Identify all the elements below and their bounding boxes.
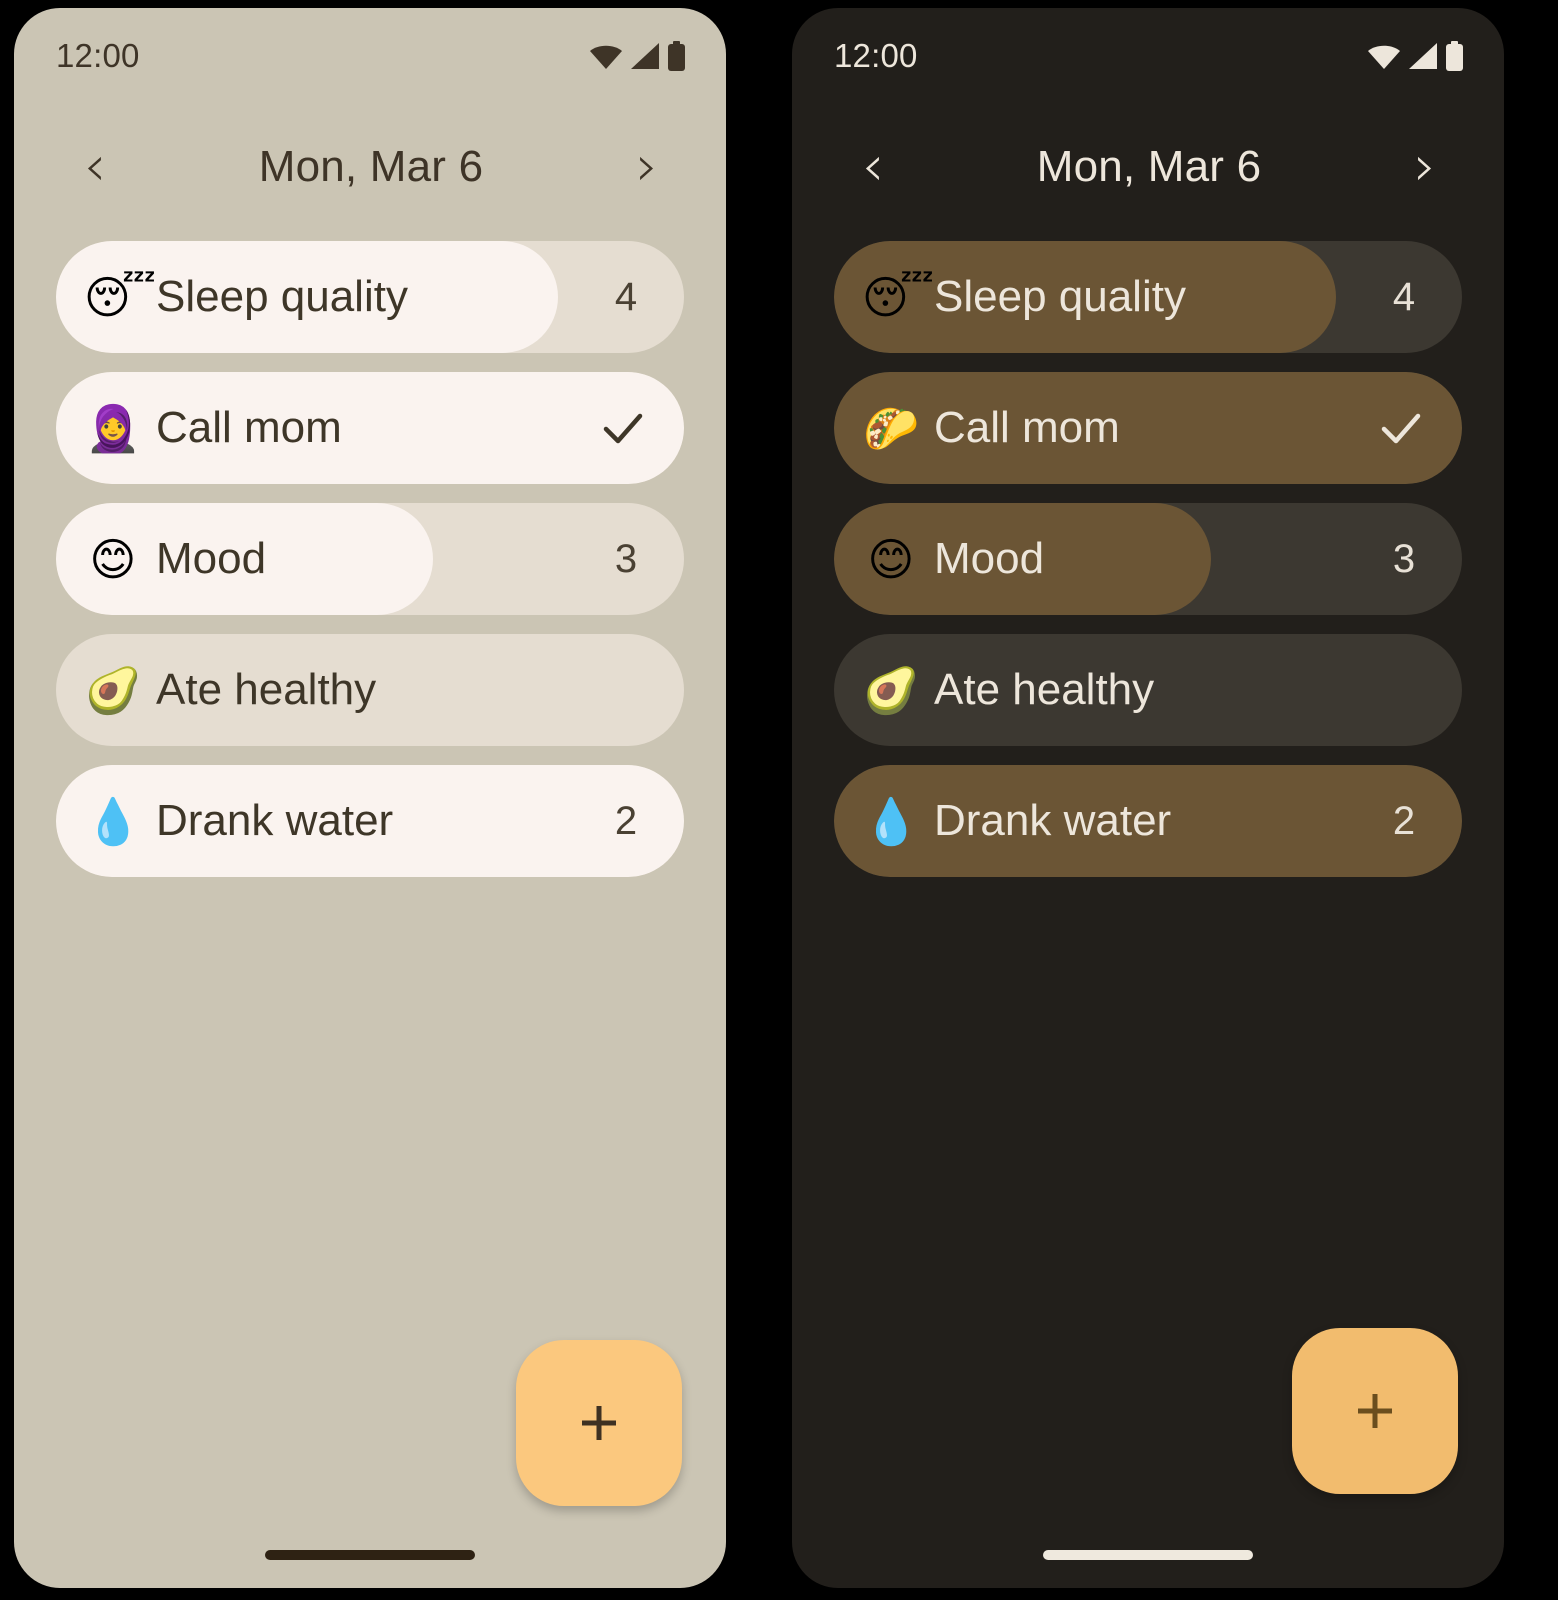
habit-row[interactable]: 🧕 Call mom (56, 372, 684, 484)
habit-value: 2 (614, 798, 638, 843)
next-day-button[interactable]: › (1398, 139, 1452, 195)
status-bar-clock: 12:00 (56, 37, 140, 74)
habit-row-content: 🧕 Call mom (56, 372, 684, 484)
habit-row[interactable]: 😴 Sleep quality 4 (834, 241, 1462, 353)
habit-name: Call mom (934, 403, 1120, 452)
habit-name: Ate healthy (156, 665, 377, 714)
habit-value: 4 (1392, 274, 1416, 319)
habit-row[interactable]: 💧 Drank water 2 (56, 765, 684, 877)
check-icon (1381, 413, 1421, 444)
habit-value: 4 (614, 274, 638, 319)
sleeping-face-emoji: 😴 (84, 270, 157, 324)
habit-row-content: 😊 Mood 3 (834, 503, 1462, 615)
habit-row[interactable]: 😊 Mood 3 (56, 503, 684, 615)
taco-emoji: 🌮 (862, 401, 920, 455)
date-navigation-bar: ‹ Mon, Mar 6 › (14, 104, 726, 230)
status-bar-icons (589, 41, 686, 71)
droplet-emoji: 💧 (862, 794, 920, 848)
phone-light-theme: 12:00 ‹ Mon, Mar 6 › 😴 Sleep quality 4 🧕 Cal… (14, 8, 726, 1588)
habit-row-content: 😴 Sleep quality 4 (56, 241, 684, 353)
habit-name: Mood (156, 534, 267, 583)
habit-row[interactable]: 😊 Mood 3 (834, 503, 1462, 615)
habit-value: 2 (1392, 798, 1416, 843)
sleeping-face-emoji: 😴 (862, 270, 935, 324)
habit-row[interactable]: 🌮 Call mom (834, 372, 1462, 484)
wifi-icon (590, 45, 622, 69)
wifi-icon (1368, 45, 1400, 69)
droplet-emoji: 💧 (84, 794, 142, 848)
next-day-button[interactable]: › (620, 139, 674, 195)
phone-dark-theme: 12:00 ‹ Mon, Mar 6 › 😴 Sleep quality 4 🌮 Cal… (792, 8, 1504, 1588)
habit-list: 😴 Sleep quality 4 🌮 Call mom 😊 Mood 3 🥑 Ate healt… (792, 230, 1504, 877)
status-bar-clock: 12:00 (834, 37, 918, 74)
habit-name: Sleep quality (934, 272, 1186, 321)
gesture-home-indicator[interactable] (1043, 1550, 1253, 1560)
habit-row-content: 🌮 Call mom (834, 372, 1462, 484)
dual-phone-mockup: 12:00 ‹ Mon, Mar 6 › 😴 Sleep quality 4 🧕 Cal… (0, 0, 1558, 1600)
habit-value: 3 (614, 536, 638, 581)
avocado-emoji: 🥑 (84, 663, 142, 717)
add-habit-button[interactable] (516, 1340, 682, 1506)
habit-row[interactable]: 🥑 Ate healthy (834, 634, 1462, 746)
habit-row-content: 💧 Drank water 2 (834, 765, 1462, 877)
habit-name: Sleep quality (156, 272, 408, 321)
status-bar-icons (1367, 41, 1464, 71)
habit-row[interactable]: 🥑 Ate healthy (56, 634, 684, 746)
habit-name: Mood (934, 534, 1045, 583)
habit-name: Ate healthy (934, 665, 1155, 714)
habit-name: Call mom (156, 403, 342, 452)
habit-row[interactable]: 💧 Drank water 2 (834, 765, 1462, 877)
current-date-title: Mon, Mar 6 (258, 142, 484, 191)
check-icon (603, 413, 643, 444)
status-bar: 12:00 (14, 8, 726, 104)
date-navigation-bar: ‹ Mon, Mar 6 › (792, 104, 1504, 230)
previous-day-button[interactable]: ‹ (68, 139, 122, 195)
habit-row-content: 🥑 Ate healthy (56, 634, 684, 746)
battery-icon (668, 41, 685, 71)
habit-row-content: 😊 Mood 3 (56, 503, 684, 615)
battery-icon (1446, 41, 1463, 71)
smiling-face-emoji: 😊 (89, 532, 137, 586)
current-date-title: Mon, Mar 6 (1036, 142, 1262, 191)
habit-row-content: 😴 Sleep quality 4 (834, 241, 1462, 353)
smiling-face-emoji: 😊 (867, 532, 915, 586)
cellular-signal-icon (1409, 43, 1437, 69)
habit-name: Drank water (156, 796, 394, 845)
habit-name: Drank water (934, 796, 1172, 845)
habit-list: 😴 Sleep quality 4 🧕 Call mom 😊 Mood 3 🥑 Ate healt… (14, 230, 726, 877)
status-bar: 12:00 (792, 8, 1504, 104)
plus-icon (582, 1406, 616, 1440)
previous-day-button[interactable]: ‹ (846, 139, 900, 195)
add-habit-button[interactable] (1292, 1328, 1458, 1494)
habit-row[interactable]: 😴 Sleep quality 4 (56, 241, 684, 353)
habit-value: 3 (1392, 536, 1416, 581)
cellular-signal-icon (631, 43, 659, 69)
habit-row-content: 💧 Drank water 2 (56, 765, 684, 877)
gesture-home-indicator[interactable] (265, 1550, 475, 1560)
avocado-emoji: 🥑 (862, 663, 920, 717)
woman-with-headscarf-emoji: 🧕 (84, 401, 142, 455)
plus-icon (1358, 1394, 1392, 1428)
habit-row-content: 🥑 Ate healthy (834, 634, 1462, 746)
